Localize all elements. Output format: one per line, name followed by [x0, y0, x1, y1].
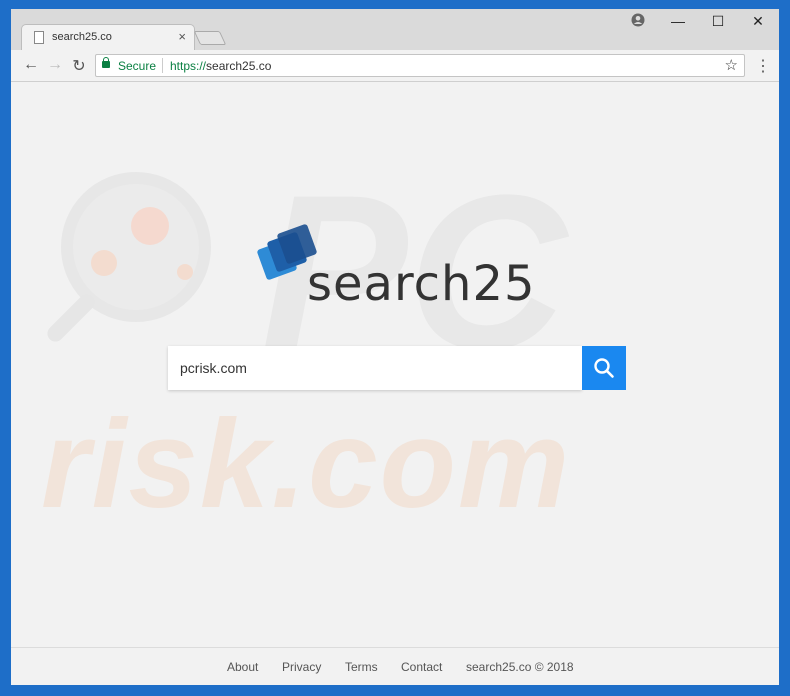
watermark-risk: risk.com — [41, 395, 572, 534]
close-window-button[interactable]: ✕ — [743, 13, 773, 30]
watermark-dot — [91, 250, 117, 276]
tab-search25[interactable]: search25.co × — [21, 24, 195, 51]
lock-icon — [102, 57, 110, 68]
footer-link-about[interactable]: About — [227, 660, 258, 674]
back-button[interactable]: ← — [21, 56, 41, 74]
browser-window: search25.co × — ☐ ✕ ← → ↻ Secure https:/… — [11, 9, 779, 685]
footer-link-privacy[interactable]: Privacy — [282, 660, 321, 674]
watermark-dot — [177, 264, 193, 280]
tab-close-icon[interactable]: × — [178, 29, 186, 44]
new-tab-button[interactable] — [193, 31, 227, 45]
maximize-button[interactable]: ☐ — [703, 13, 733, 30]
secure-label: Secure — [118, 59, 157, 73]
footer-copyright: search25.co © 2018 — [466, 660, 574, 674]
forward-button[interactable]: → — [45, 56, 65, 74]
address-separator — [162, 58, 163, 73]
toolbar: ← → ↻ Secure https://search25.co ☆ ⋮ — [11, 50, 779, 82]
search-input-value: pcrisk.com — [180, 360, 247, 376]
tab-title: search25.co — [52, 31, 112, 43]
minimize-button[interactable]: — — [663, 13, 693, 29]
search-icon — [594, 358, 614, 378]
footer-link-terms[interactable]: Terms — [345, 660, 378, 674]
url-host: search25.co — [206, 59, 272, 73]
url-scheme: https:// — [170, 59, 207, 73]
screenshot-frame: search25.co × — ☐ ✕ ← → ↻ Secure https:/… — [0, 0, 790, 696]
footer-link-contact[interactable]: Contact — [401, 660, 442, 674]
url-text[interactable]: https://search25.co — [170, 59, 271, 73]
logo-text: search25 — [307, 256, 536, 312]
search-button[interactable] — [582, 346, 626, 390]
address-bar[interactable]: Secure https://search25.co ☆ — [95, 54, 745, 77]
title-bar: search25.co × — ☐ ✕ — [11, 9, 779, 51]
watermark-handle — [44, 291, 98, 345]
footer: About Privacy Terms Contact search25.co … — [11, 647, 779, 685]
bookmark-star-icon[interactable]: ☆ — [725, 56, 738, 74]
watermark-dot — [131, 207, 169, 245]
reload-button[interactable]: ↻ — [69, 56, 89, 76]
search-input[interactable]: pcrisk.com — [168, 346, 582, 390]
browser-menu-icon[interactable]: ⋮ — [755, 56, 771, 76]
page-content: PC risk.com search25 pcrisk.com About Pr… — [11, 82, 779, 685]
profile-icon[interactable] — [623, 13, 653, 30]
page-icon — [34, 31, 44, 44]
